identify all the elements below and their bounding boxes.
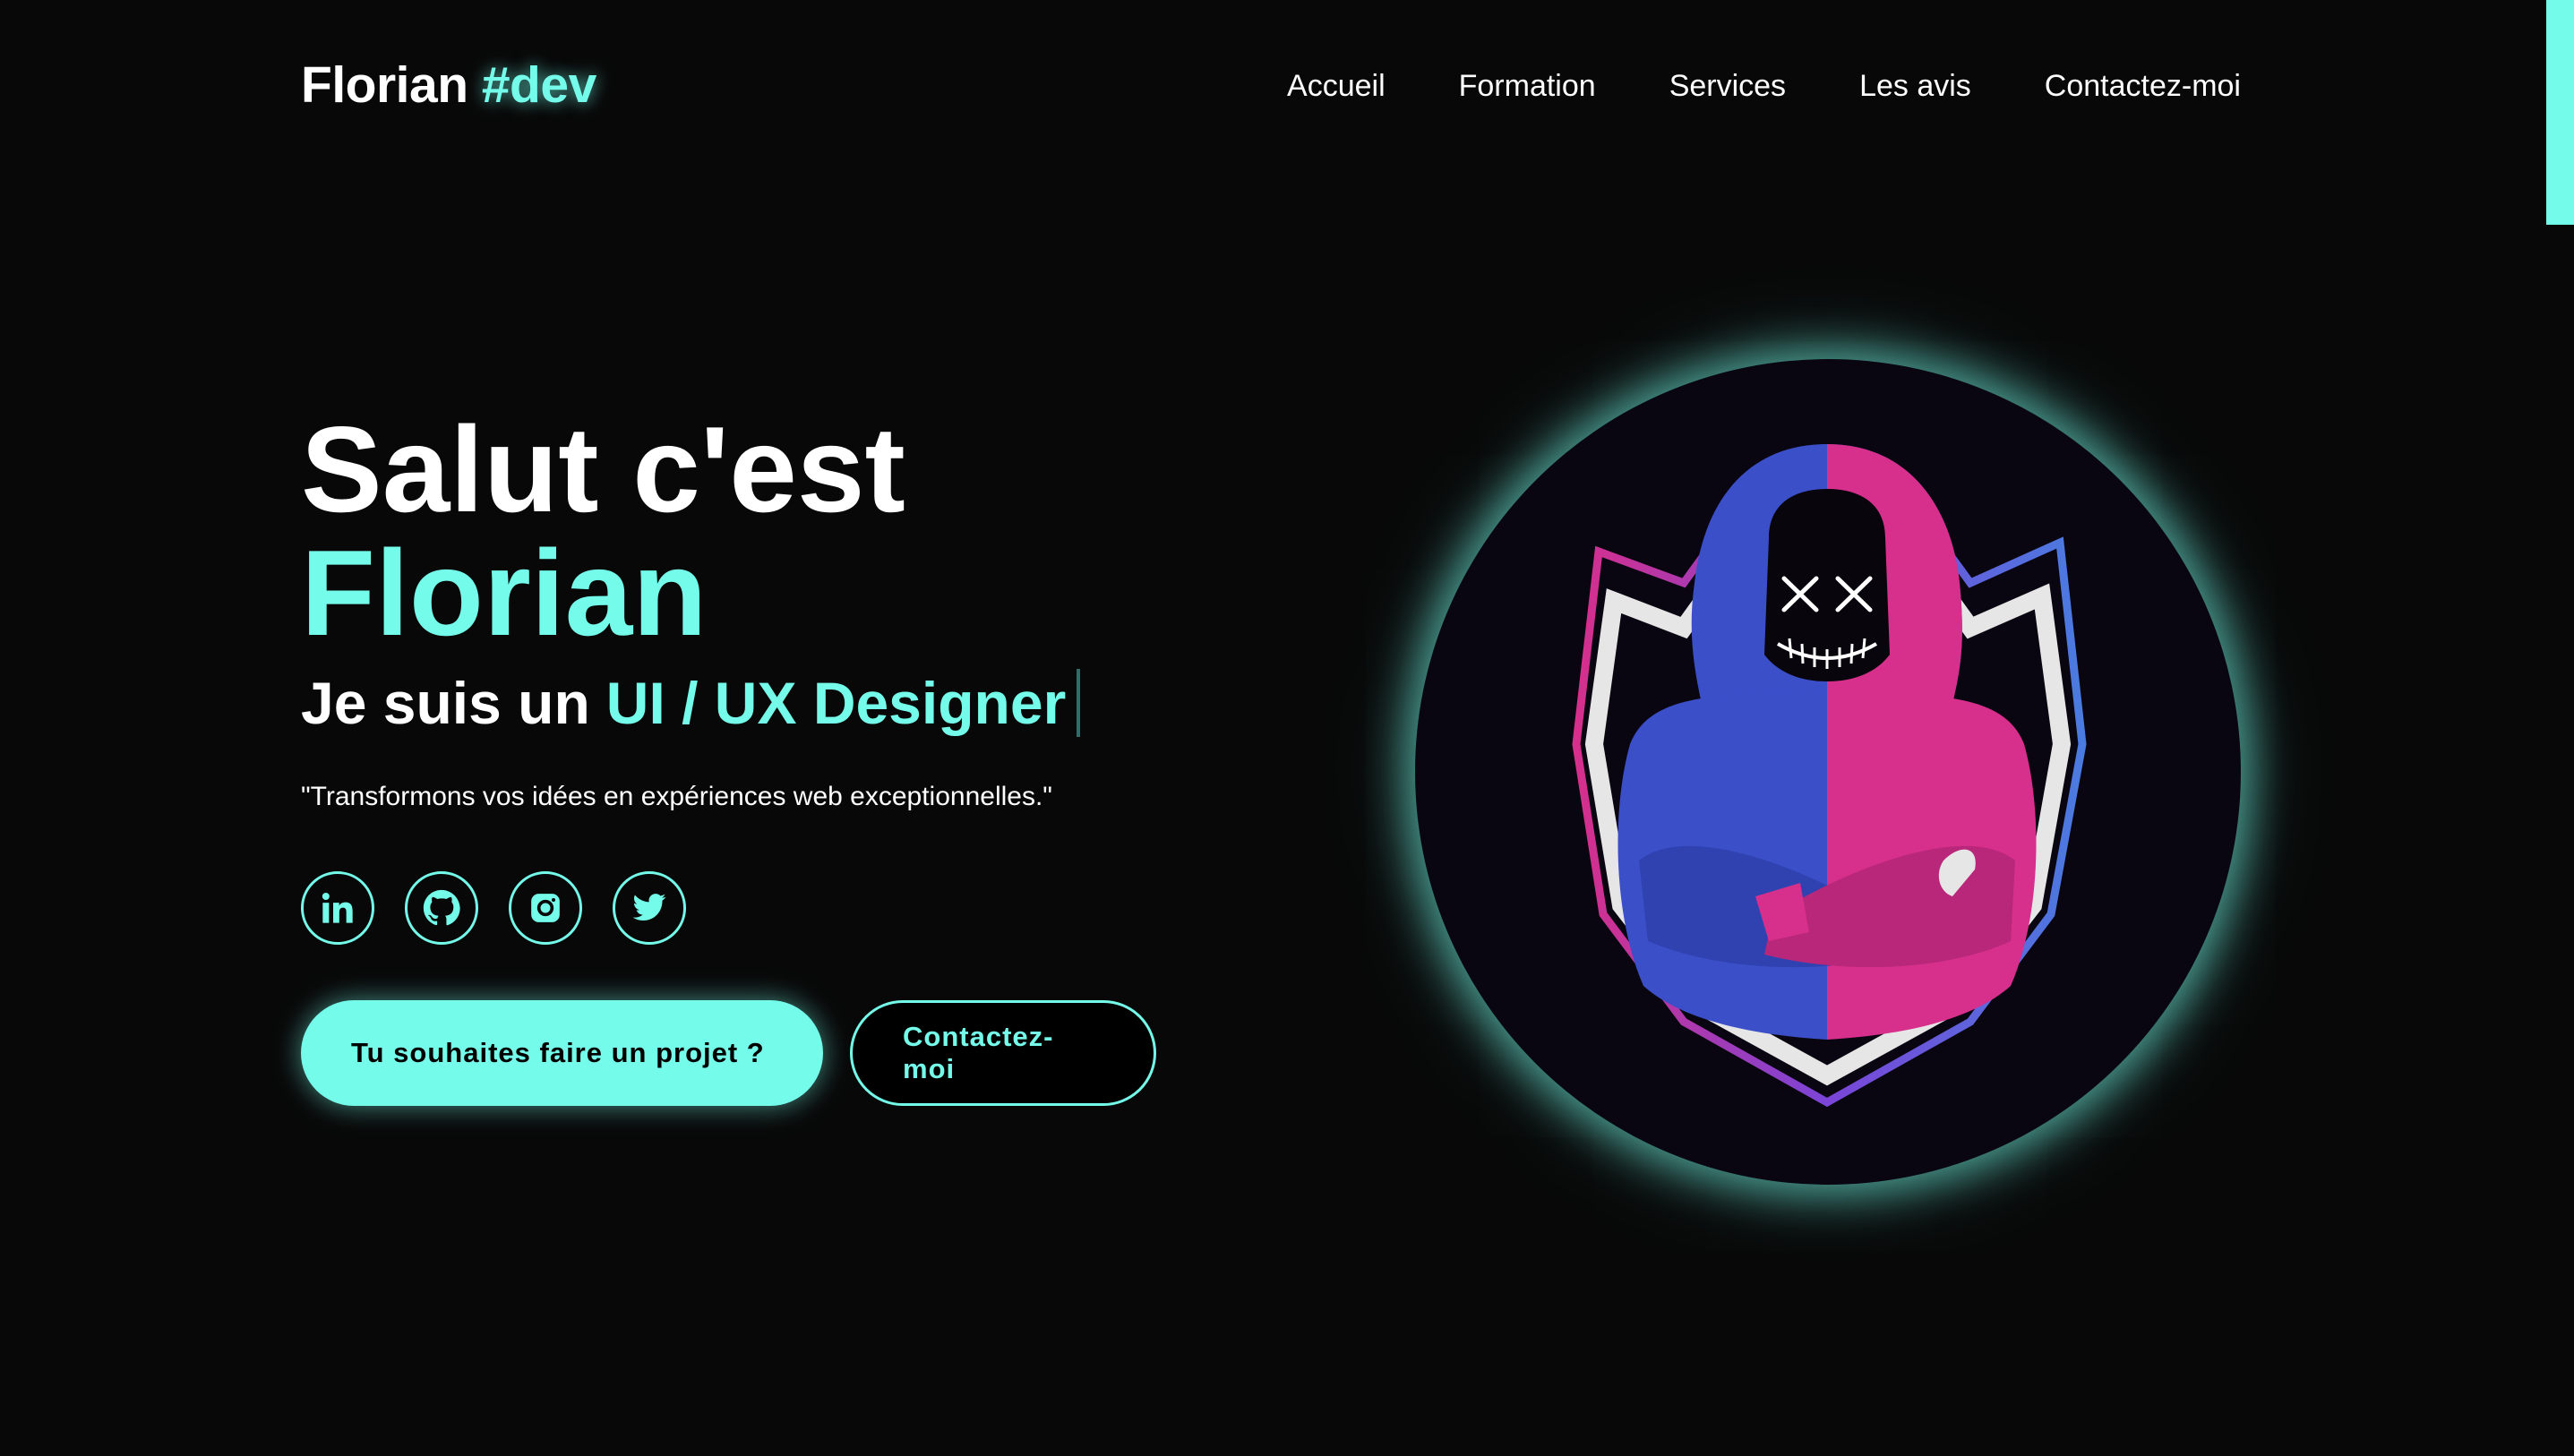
hero-role-line: Je suis un UI / UX Designer bbox=[301, 667, 1081, 739]
instagram-icon bbox=[531, 894, 560, 922]
linkedin-icon bbox=[322, 893, 353, 923]
hero-name: Florian bbox=[301, 525, 708, 661]
logo-tag: #dev bbox=[481, 56, 596, 114]
hero-title: Salut c'est Florian bbox=[301, 407, 905, 655]
hooded-figure-mascot bbox=[1572, 444, 2087, 1108]
linkedin-link[interactable] bbox=[301, 871, 374, 945]
main-nav: Accueil Formation Services Les avis Cont… bbox=[1287, 64, 2241, 107]
nav-item-les-avis[interactable]: Les avis bbox=[1859, 64, 1971, 107]
start-project-button[interactable]: Tu souhaites faire un projet ? bbox=[301, 1000, 823, 1106]
nav-item-services[interactable]: Services bbox=[1669, 64, 1786, 107]
typing-caret bbox=[1077, 669, 1081, 737]
hero-greeting: Salut c'est bbox=[301, 401, 905, 537]
github-link[interactable] bbox=[405, 871, 478, 945]
social-links bbox=[301, 871, 686, 945]
hero-tagline: "Transformons vos idées en expériences w… bbox=[301, 782, 1052, 811]
role-text: UI / UX Designer bbox=[605, 670, 1067, 736]
role-prefix: Je suis un bbox=[301, 670, 590, 736]
github-icon bbox=[423, 889, 460, 926]
nav-item-formation[interactable]: Formation bbox=[1459, 64, 1596, 107]
logo-name: Florian bbox=[301, 56, 468, 114]
nav-item-accueil[interactable]: Accueil bbox=[1287, 64, 1386, 107]
twitter-link[interactable] bbox=[613, 871, 686, 945]
avatar bbox=[1415, 359, 2241, 1185]
scroll-progress-indicator bbox=[2546, 0, 2574, 225]
twitter-icon bbox=[632, 894, 666, 921]
contact-button[interactable]: Contactez-moi bbox=[850, 1000, 1156, 1106]
site-logo[interactable]: Florian #dev bbox=[301, 54, 596, 116]
instagram-link[interactable] bbox=[509, 871, 582, 945]
nav-item-contactez-moi[interactable]: Contactez-moi bbox=[2045, 64, 2241, 107]
